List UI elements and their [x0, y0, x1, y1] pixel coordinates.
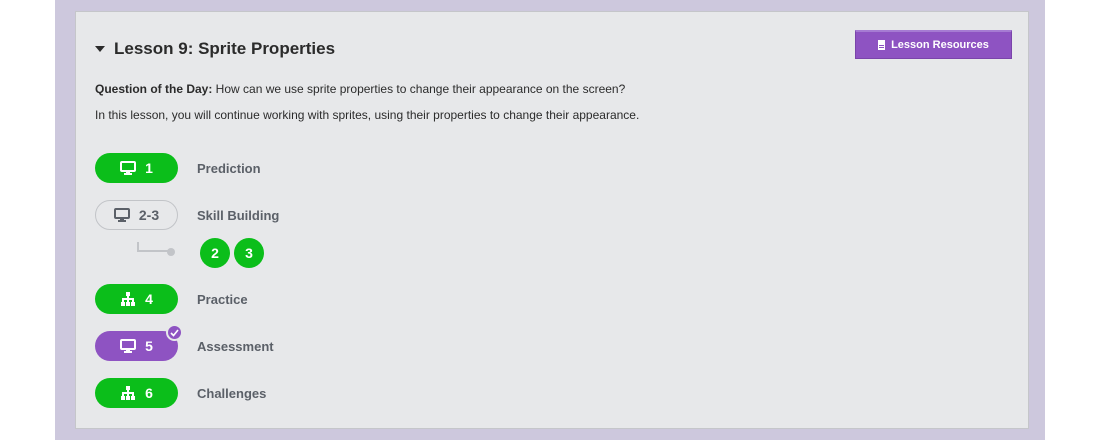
level-label[interactable]: Practice: [197, 292, 248, 307]
level-row-2-3: 2-3 Skill Building: [95, 200, 279, 230]
level-label[interactable]: Prediction: [197, 161, 261, 176]
question-of-the-day: Question of the Day: How can we use spri…: [95, 82, 625, 96]
caret-down-icon[interactable]: [95, 46, 105, 52]
monitor-icon: [120, 339, 137, 353]
sublevel-bubble-3[interactable]: 3: [234, 238, 264, 268]
lesson-resources-label: Lesson Resources: [891, 39, 989, 51]
sublevel-bubble-2[interactable]: 2: [200, 238, 230, 268]
sublevel-connector: [137, 242, 171, 252]
qotd-text: How can we use sprite properties to chan…: [212, 82, 626, 96]
lesson-resources-button[interactable]: Lesson Resources: [855, 30, 1012, 59]
network-icon: [120, 292, 136, 306]
monitor-icon: [113, 208, 130, 222]
lesson-description: In this lesson, you will continue workin…: [95, 108, 640, 122]
level-pill-6[interactable]: 6: [95, 378, 178, 408]
checkmark-icon: [166, 324, 183, 341]
level-pill-5[interactable]: 5: [95, 324, 183, 361]
sublevel-connector-dot: [167, 248, 175, 256]
level-number: 4: [145, 291, 153, 307]
level-label[interactable]: Skill Building: [197, 208, 279, 223]
level-label[interactable]: Assessment: [197, 339, 274, 354]
level-label[interactable]: Challenges: [197, 386, 266, 401]
document-icon: [878, 40, 886, 50]
level-number: 2-3: [138, 207, 160, 223]
lesson-card: Lesson 9: Sprite Properties Lesson Resou…: [75, 11, 1029, 429]
level-number: 1: [145, 160, 153, 176]
level-pill-1[interactable]: 1: [95, 153, 178, 183]
level-number: 5: [145, 338, 153, 354]
monitor-icon: [120, 161, 137, 175]
level-row-1: 1 Prediction: [95, 153, 261, 183]
lesson-header[interactable]: Lesson 9: Sprite Properties: [95, 38, 335, 60]
qotd-label: Question of the Day:: [95, 82, 213, 96]
level-row-5: 5 Assessment: [95, 324, 274, 361]
level-pill-2-3[interactable]: 2-3: [95, 200, 178, 230]
level-row-4: 4 Practice: [95, 284, 248, 314]
level-pill-4[interactable]: 4: [95, 284, 178, 314]
level-row-6: 6 Challenges: [95, 378, 266, 408]
level-number: 6: [145, 385, 153, 401]
network-icon: [120, 386, 136, 400]
lesson-title: Lesson 9: Sprite Properties: [114, 39, 336, 58]
